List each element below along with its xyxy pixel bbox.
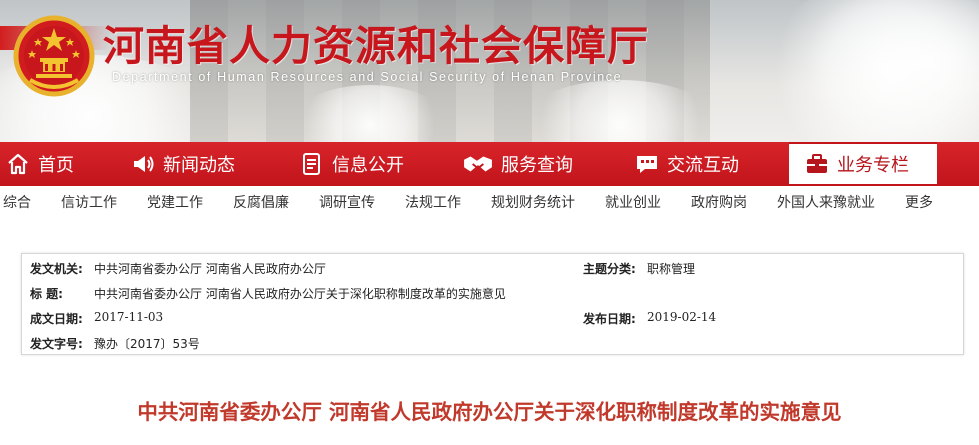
- document-number-label: 发文字号:: [30, 337, 83, 351]
- site-subtitle: Department of Human Resources and Social…: [112, 70, 623, 84]
- document-icon: [300, 152, 324, 176]
- nav-label-news: 新闻动态: [163, 155, 235, 176]
- subnav-item[interactable]: 反腐倡廉: [233, 192, 289, 212]
- nav-item-home[interactable]: 首页: [6, 142, 74, 186]
- published-date-value: 2019-02-14: [647, 310, 717, 324]
- home-icon: [6, 152, 30, 176]
- title-value: 中共河南省委办公厅 河南省人民政府办公厅关于深化职称制度改革的实施意见: [94, 287, 506, 301]
- banner-spray: [760, 0, 979, 142]
- nav-item-service-query[interactable]: 服务查询: [463, 142, 573, 186]
- document-number-value: 豫办〔2017〕53号: [94, 337, 200, 351]
- subnav-item[interactable]: 综合: [3, 192, 31, 212]
- national-emblem-icon[interactable]: [12, 14, 96, 98]
- nav-label-interaction: 交流互动: [667, 155, 739, 176]
- subnav-item[interactable]: 调研宣传: [319, 192, 375, 212]
- subnav-item[interactable]: 就业创业: [605, 192, 661, 212]
- subnav-item[interactable]: 外国人来豫就业: [777, 192, 875, 212]
- created-date-value: 2017-11-03: [94, 310, 164, 324]
- nav-item-info-disclosure[interactable]: 信息公开: [300, 142, 404, 186]
- issuer-value: 中共河南省委办公厅 河南省人民政府办公厅: [94, 262, 326, 276]
- nav-label-business-column: 业务专栏: [837, 155, 909, 176]
- subnav-item[interactable]: 政府购岗: [691, 192, 747, 212]
- info-row-dates: 成文日期: 2017-11-03 发布日期: 2019-02-14: [22, 304, 963, 329]
- topic-value: 职称管理: [647, 262, 696, 276]
- info-row-docno: 发文字号: 豫办〔2017〕53号: [22, 329, 963, 354]
- chat-icon: [635, 152, 659, 176]
- subnav-item[interactable]: 党建工作: [147, 192, 203, 212]
- nav-label-home: 首页: [38, 155, 74, 176]
- subnav-item[interactable]: 规划财务统计: [491, 192, 575, 212]
- site-title: 河南省人力资源和社会保障厅: [103, 22, 649, 70]
- article-headline: 中共河南省委办公厅 河南省人民政府办公厅关于深化职称制度改革的实施意见: [137, 400, 842, 424]
- topic-label: 主题分类:: [583, 262, 636, 276]
- briefcase-icon: [805, 152, 829, 176]
- info-row-title: 标 题: 中共河南省委办公厅 河南省人民政府办公厅关于深化职称制度改革的实施意见: [22, 279, 963, 304]
- megaphone-icon: [131, 152, 155, 176]
- nav-label-service-query: 服务查询: [501, 155, 573, 176]
- handshake-icon: [463, 151, 493, 177]
- document-info-box: 发文机关: 中共河南省委办公厅 河南省人民政府办公厅 主题分类: 职称管理 标 …: [21, 253, 964, 355]
- issuer-label: 发文机关:: [30, 262, 83, 276]
- info-row-issuer: 发文机关: 中共河南省委办公厅 河南省人民政府办公厅 主题分类: 职称管理: [22, 254, 963, 279]
- created-date-label: 成文日期:: [30, 312, 83, 326]
- nav-item-business-column[interactable]: 业务专栏: [789, 142, 937, 184]
- subnav-item-more[interactable]: 更多: [905, 192, 933, 212]
- published-date-label: 发布日期:: [583, 312, 636, 326]
- nav-item-news[interactable]: 新闻动态: [131, 142, 235, 186]
- nav-item-interaction[interactable]: 交流互动: [635, 142, 739, 186]
- subnav-item[interactable]: 信访工作: [61, 192, 117, 212]
- nav-label-info-disclosure: 信息公开: [332, 155, 404, 176]
- subnav-item[interactable]: 法规工作: [405, 192, 461, 212]
- title-label: 标 题:: [30, 287, 63, 301]
- header-banner: 河南省人力资源和社会保障厅 Department of Human Resour…: [0, 0, 979, 142]
- sub-nav: 综合 信访工作 党建工作 反腐倡廉 调研宣传 法规工作 规划财务统计 就业创业 …: [0, 186, 979, 215]
- main-nav: 首页 新闻动态 信息公开 服务查询 交流互动 业务专栏: [0, 142, 979, 186]
